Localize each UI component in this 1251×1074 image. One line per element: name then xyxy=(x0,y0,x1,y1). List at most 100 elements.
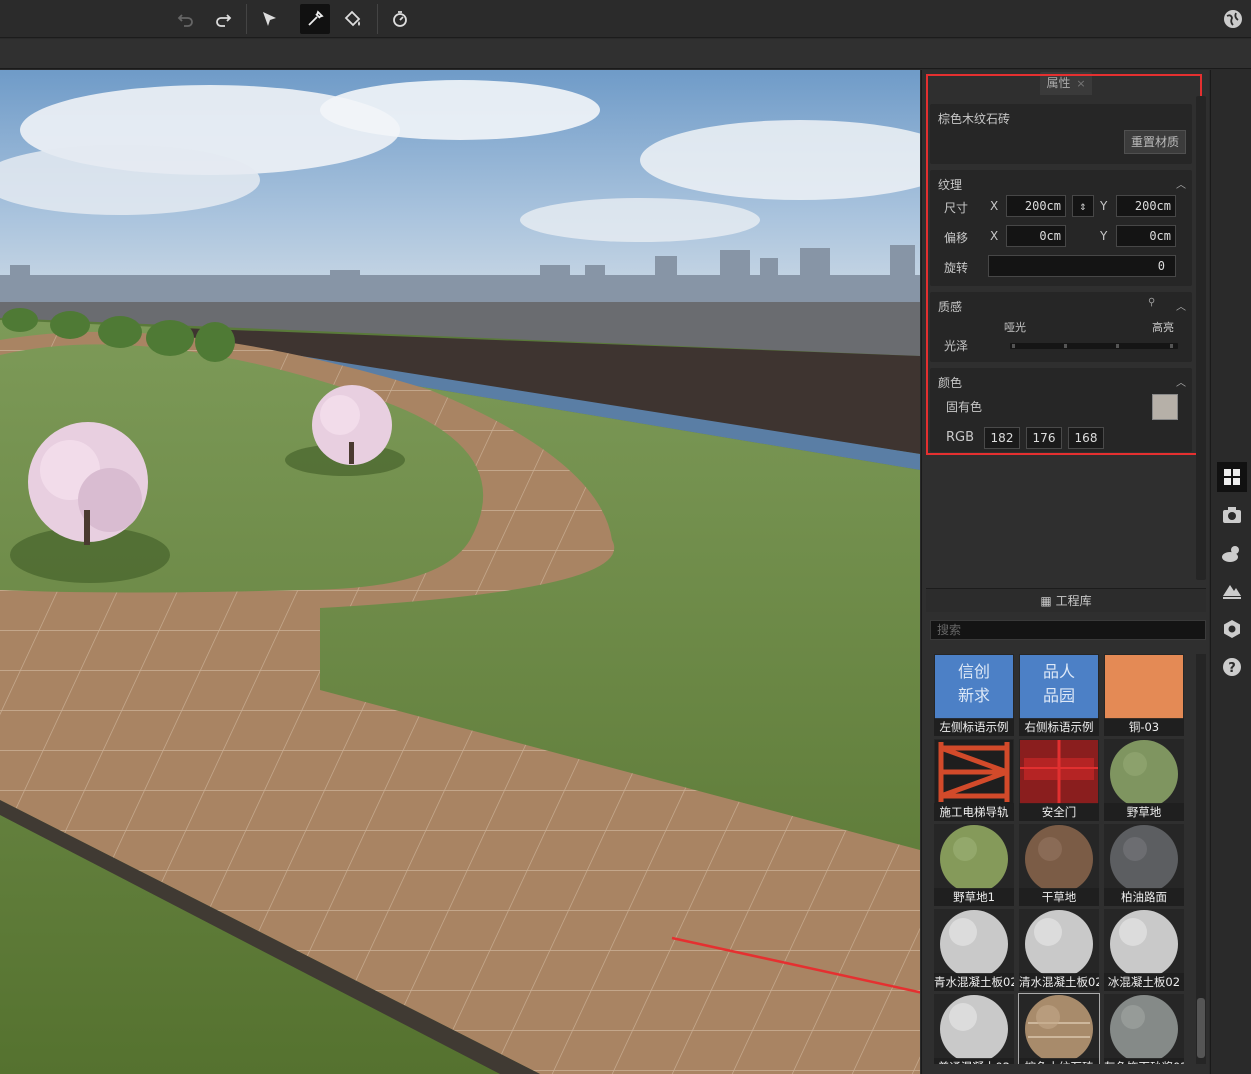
weather-icon[interactable] xyxy=(1217,538,1247,568)
library-item-label: 青水混凝土板02 xyxy=(934,973,1014,991)
reset-material-button[interactable]: 重置材质 xyxy=(1124,130,1186,154)
grid-icon[interactable] xyxy=(1217,462,1247,492)
rotate-input[interactable]: 0 xyxy=(988,255,1176,277)
offset-y-input[interactable]: 0cm xyxy=(1116,225,1176,247)
library-item[interactable]: 青水混凝土板02 xyxy=(934,909,1014,991)
sheen-label: 光泽 xyxy=(944,339,969,353)
library-item-label: 左侧标语示例 xyxy=(934,718,1014,736)
material-thumbnail xyxy=(1020,825,1098,893)
texture-section: 纹理 ︿ 尺寸 X 200cm ⇕ Y 200cm 偏移 X 0cm Y 0cm… xyxy=(930,170,1192,286)
collapse-chevron-icon[interactable]: ︿ xyxy=(1176,298,1186,313)
size-y-input[interactable]: 200cm xyxy=(1116,195,1176,217)
3d-viewport[interactable] xyxy=(0,70,920,1074)
offset-x-label: X xyxy=(990,229,999,243)
offset-x-input[interactable]: 0cm xyxy=(1006,225,1066,247)
library-scrollbar[interactable] xyxy=(1196,654,1206,1064)
library-item[interactable]: 清水混凝土板02 xyxy=(1019,909,1099,991)
globe-icon[interactable] xyxy=(1218,4,1248,34)
material-name: 棕色木纹石砖 xyxy=(938,112,1011,126)
properties-tab-label: 属性 xyxy=(1046,76,1071,90)
library-item-label: 清水混凝土板02 xyxy=(1019,973,1099,991)
color-title: 颜色 xyxy=(938,376,963,390)
material-thumbnail xyxy=(1105,825,1183,893)
rgb-g-input[interactable]: 176 xyxy=(1026,427,1062,449)
material-thumbnail: 品人 品园 xyxy=(1020,655,1098,719)
sheen-slider[interactable] xyxy=(1010,343,1178,349)
library-item[interactable]: 铜-03 xyxy=(1104,654,1184,736)
quality-section: 质感 ⚲ ︿ 哑光 高亮 光泽 xyxy=(930,292,1192,362)
size-label: 尺寸 xyxy=(944,201,969,215)
material-thumbnail xyxy=(935,740,1013,804)
library-item[interactable]: 野草地 xyxy=(1104,739,1184,821)
collapse-chevron-icon[interactable]: ︿ xyxy=(1176,176,1186,191)
settings-sliders-icon[interactable]: ⚲ xyxy=(1148,297,1155,308)
main-toolbar xyxy=(0,0,1251,38)
library-item[interactable]: 信创新求左侧标语示例 xyxy=(934,654,1014,736)
select-arrow-icon[interactable] xyxy=(254,4,284,34)
properties-scrollbar[interactable] xyxy=(1196,96,1206,580)
library-item-label: 灰色饰面砂浆02 xyxy=(1104,1058,1184,1064)
library-item[interactable]: 棕色木纹石砖 xyxy=(1018,993,1100,1064)
material-header-section: 棕色木纹石砖 重置材质 xyxy=(930,104,1192,164)
library-item-label: 右侧标语示例 xyxy=(1019,718,1099,736)
sub-toolbar xyxy=(0,39,1251,69)
offset-y-label: Y xyxy=(1100,229,1108,243)
redo-icon[interactable] xyxy=(208,4,238,34)
terrain-icon[interactable] xyxy=(1217,576,1247,606)
size-x-input[interactable]: 200cm xyxy=(1006,195,1066,217)
library-item[interactable]: 灰色饰面砂浆02 xyxy=(1104,994,1184,1064)
library-item[interactable]: 安全门 xyxy=(1019,739,1099,821)
help-icon[interactable]: ? xyxy=(1217,652,1247,682)
undo-icon[interactable] xyxy=(171,4,201,34)
properties-tab[interactable]: 属性 × xyxy=(1040,72,1092,95)
library-item-label: 柏油路面 xyxy=(1104,888,1184,906)
material-thumbnail xyxy=(1105,995,1183,1063)
collapse-chevron-icon[interactable]: ︿ xyxy=(1176,374,1186,389)
library-header: ▦ 工程库 xyxy=(926,588,1206,612)
material-thumbnail xyxy=(1020,740,1098,804)
library-item[interactable]: 品人 品园 右侧标语示例 xyxy=(1019,654,1099,736)
eyedropper-icon[interactable] xyxy=(300,4,330,34)
camera-icon[interactable] xyxy=(1217,500,1247,530)
library-item[interactable]: 施工电梯导轨 xyxy=(934,739,1014,821)
library-item-label: 野草地 xyxy=(1104,803,1184,821)
library-item-label: 安全门 xyxy=(1019,803,1099,821)
svg-text:?: ? xyxy=(1228,661,1236,676)
svg-text:信创: 信创 xyxy=(958,662,990,681)
library-item[interactable]: 野草地1 xyxy=(934,824,1014,906)
offset-label: 偏移 xyxy=(944,231,969,245)
svg-text:品园: 品园 xyxy=(1043,686,1075,705)
material-thumbnail xyxy=(935,995,1013,1063)
library-item-label: 棕色木纹石砖 xyxy=(1019,1058,1099,1064)
close-icon[interactable]: × xyxy=(1076,77,1085,90)
right-dock: ? xyxy=(1210,70,1251,1074)
material-thumbnail xyxy=(1020,910,1098,978)
size-x-label: X xyxy=(990,199,999,213)
rgb-label: RGB xyxy=(946,430,975,445)
paint-bucket-icon[interactable] xyxy=(338,4,368,34)
library-item[interactable]: 干草地 xyxy=(1019,824,1099,906)
timer-icon[interactable] xyxy=(385,4,415,34)
library-scrollbar-thumb[interactable] xyxy=(1197,998,1205,1058)
color-section: 颜色 ︿ 固有色 RGB 182 176 168 xyxy=(930,368,1192,452)
svg-text:新求: 新求 xyxy=(958,686,990,705)
library-grid: 信创新求左侧标语示例 品人 品园 右侧标语示例 铜-03 施工电梯导轨 安全门 野草地野草地1… xyxy=(934,654,1190,1064)
library-item-label: 干草地 xyxy=(1019,888,1099,906)
color-swatch[interactable] xyxy=(1152,394,1178,420)
material-thumbnail xyxy=(1105,910,1183,978)
library-search-input[interactable]: 搜索 xyxy=(930,620,1206,640)
library-item[interactable]: 普通混凝土02 xyxy=(934,994,1014,1064)
matte-label: 哑光 xyxy=(1004,321,1026,334)
material-thumbnail xyxy=(1105,655,1183,719)
inherent-color-label: 固有色 xyxy=(946,400,983,414)
material-thumbnail xyxy=(935,825,1013,893)
size-y-label: Y xyxy=(1100,199,1108,213)
library-item[interactable]: 冰混凝土板02 xyxy=(1104,909,1184,991)
rgb-r-input[interactable]: 182 xyxy=(984,427,1020,449)
settings-icon[interactable] xyxy=(1217,614,1247,644)
link-icon[interactable]: ⇕ xyxy=(1072,195,1094,217)
material-thumbnail xyxy=(1105,740,1183,808)
library-item[interactable]: 柏油路面 xyxy=(1104,824,1184,906)
rgb-b-input[interactable]: 168 xyxy=(1068,427,1104,449)
library-grid-icon: ▦ xyxy=(1040,594,1052,608)
